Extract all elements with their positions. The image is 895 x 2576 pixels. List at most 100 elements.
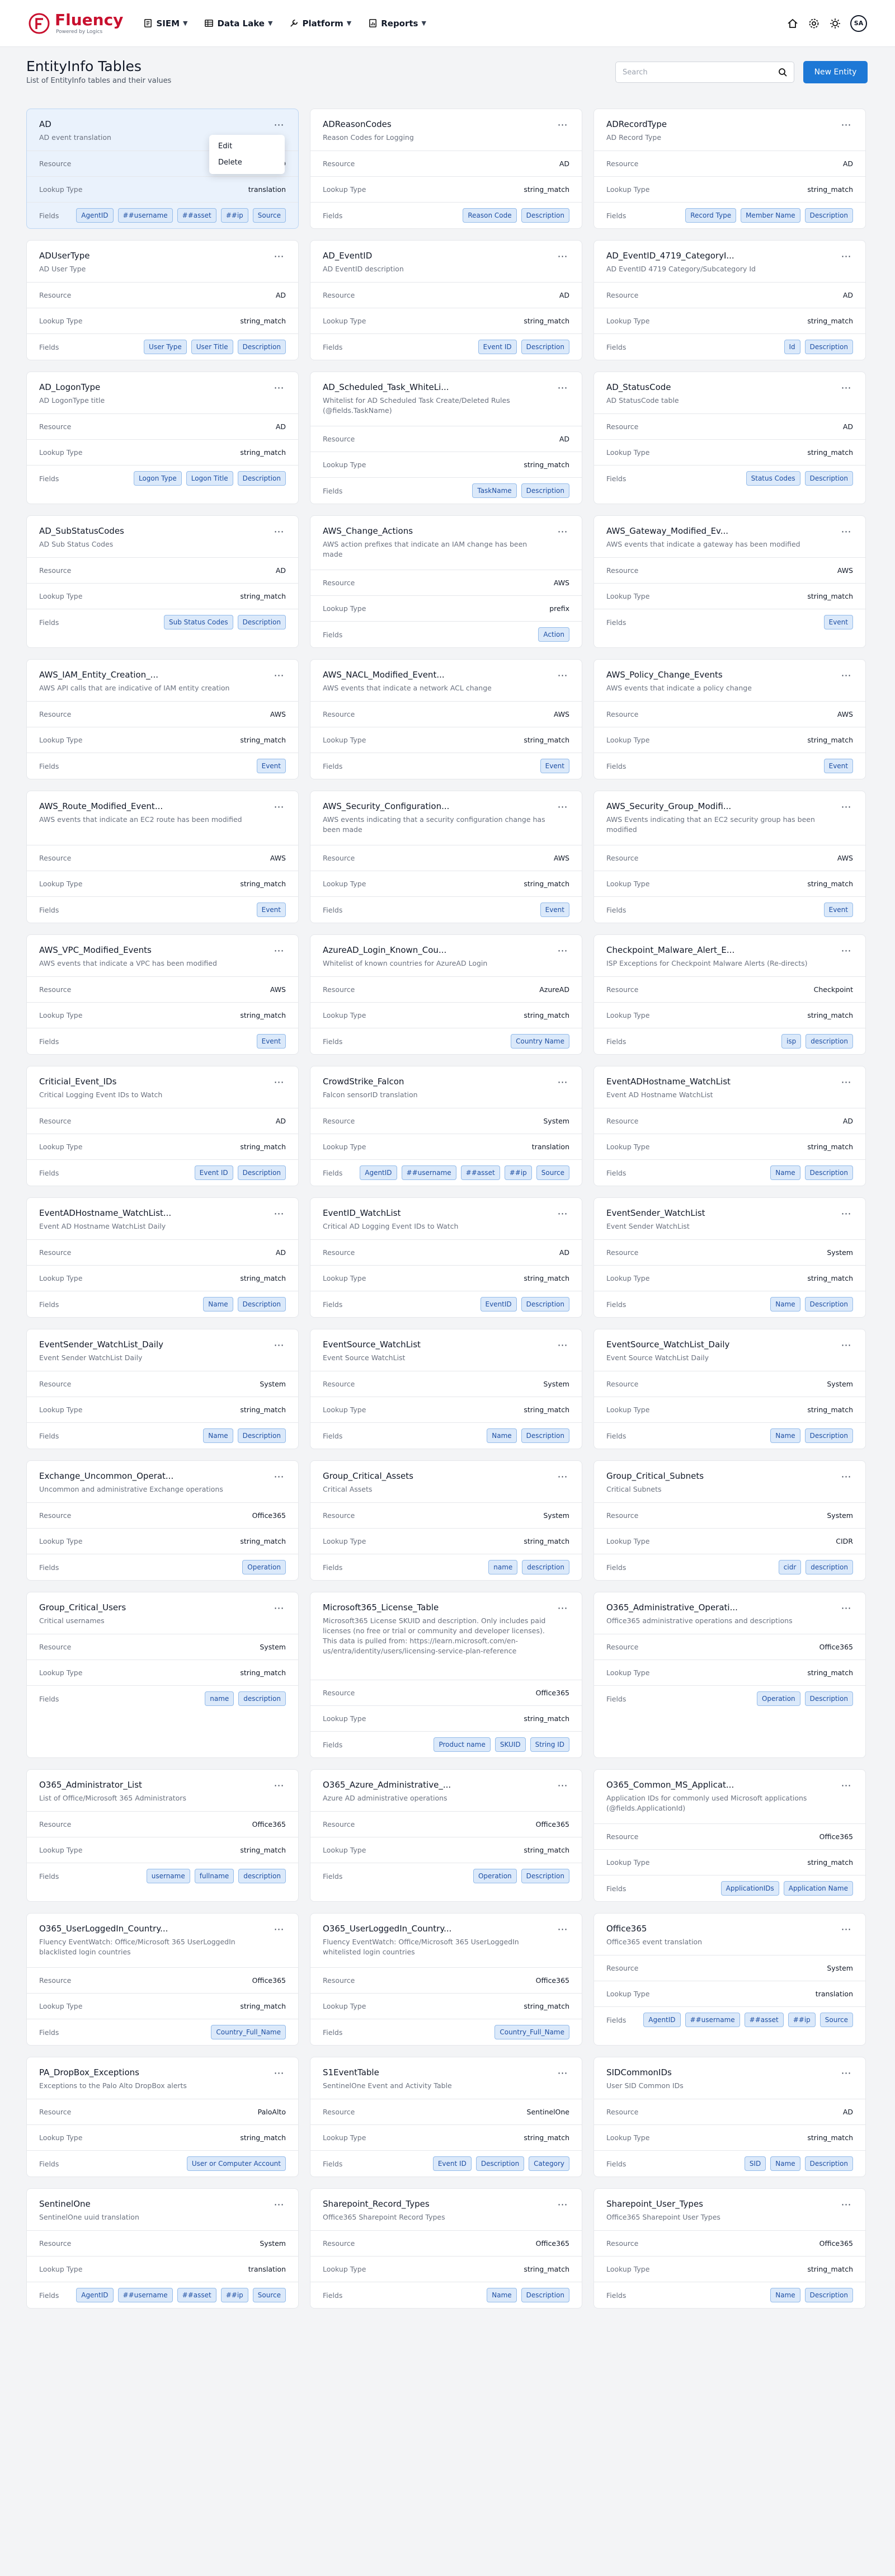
- entity-card[interactable]: AWS_Gateway_Modified_Ev... AWS events th…: [593, 515, 866, 648]
- entity-card[interactable]: AWS_NACL_Modified_Event... AWS events th…: [310, 659, 582, 779]
- search-input[interactable]: Search: [615, 62, 794, 83]
- more-options-icon[interactable]: ⋯: [272, 526, 286, 538]
- more-options-icon[interactable]: ⋯: [272, 1077, 286, 1088]
- more-options-icon[interactable]: ⋯: [840, 1339, 853, 1351]
- more-options-icon[interactable]: ⋯: [556, 1924, 569, 1935]
- nav-platform[interactable]: Platform ▼: [289, 18, 351, 29]
- more-options-icon[interactable]: ⋯: [556, 801, 569, 813]
- more-options-icon[interactable]: ⋯: [840, 1208, 853, 1220]
- entity-card[interactable]: Checkpoint_Malware_Alert_E... ISP Except…: [593, 934, 866, 1055]
- entity-card[interactable]: AzureAD_Login_Known_Cou... Whitelist of …: [310, 934, 582, 1055]
- more-options-icon[interactable]: ⋯: [840, 382, 853, 394]
- more-options-icon[interactable]: ⋯: [272, 801, 286, 813]
- entity-card[interactable]: Criticial_Event_IDs Critical Logging Eve…: [26, 1066, 299, 1186]
- user-avatar[interactable]: SA: [850, 15, 867, 32]
- more-options-icon[interactable]: ⋯: [556, 119, 569, 131]
- entity-card[interactable]: AWS_IAM_Entity_Creation_... AWS API call…: [26, 659, 299, 779]
- more-options-icon[interactable]: ⋯: [840, 2199, 853, 2211]
- more-options-icon[interactable]: ⋯: [840, 119, 853, 131]
- more-options-icon[interactable]: ⋯: [556, 1077, 569, 1088]
- entity-card[interactable]: O365_Administrative_Operati... Office365…: [593, 1592, 866, 1758]
- entity-card[interactable]: AD AD event translation ⋯ Resource AD Lo…: [26, 109, 299, 229]
- more-options-icon[interactable]: ⋯: [272, 119, 286, 131]
- more-options-icon[interactable]: ⋯: [556, 1602, 569, 1614]
- entity-card[interactable]: AWS_VPC_Modified_Events AWS events that …: [26, 934, 299, 1055]
- nav-reports[interactable]: Reports ▼: [368, 18, 426, 29]
- more-options-icon[interactable]: ⋯: [840, 1602, 853, 1614]
- entity-card[interactable]: S1EventTable SentinelOne Event and Activ…: [310, 2057, 582, 2177]
- entity-card[interactable]: O365_Common_MS_Applicat... Application I…: [593, 1769, 866, 1902]
- entity-card[interactable]: Office365 Office365 event translation ⋯ …: [593, 1913, 866, 2046]
- more-options-icon[interactable]: ⋯: [840, 1924, 853, 1935]
- entity-card[interactable]: EventSource_WatchList_Daily Event Source…: [593, 1329, 866, 1449]
- entity-card[interactable]: ADRecordType AD Record Type ⋯ Resource A…: [593, 109, 866, 229]
- entity-card[interactable]: O365_UserLoggedIn_Country... Fluency Eve…: [26, 1913, 299, 2046]
- gear-icon[interactable]: [808, 17, 820, 30]
- entity-card[interactable]: SIDCommonIDs User SID Common IDs ⋯ Resou…: [593, 2057, 866, 2177]
- more-options-icon[interactable]: ⋯: [272, 670, 286, 681]
- entity-card[interactable]: O365_UserLoggedIn_Country... Fluency Eve…: [310, 1913, 582, 2046]
- entity-card[interactable]: EventID_WatchList Critical AD Logging Ev…: [310, 1197, 582, 1318]
- more-options-icon[interactable]: ⋯: [272, 382, 286, 394]
- more-options-icon[interactable]: ⋯: [556, 1208, 569, 1220]
- nav-data-lake[interactable]: Data Lake ▼: [204, 18, 272, 29]
- more-options-icon[interactable]: ⋯: [840, 526, 853, 538]
- entity-card[interactable]: AWS_Route_Modified_Event... AWS events t…: [26, 791, 299, 923]
- more-options-icon[interactable]: ⋯: [840, 1471, 853, 1483]
- home-icon[interactable]: [786, 17, 799, 30]
- entity-card[interactable]: EventSender_WatchList Event Sender Watch…: [593, 1197, 866, 1318]
- entity-card[interactable]: AD_EventID AD EventID description ⋯ Reso…: [310, 240, 582, 360]
- more-options-icon[interactable]: ⋯: [840, 945, 853, 957]
- delete-menu-item[interactable]: Delete: [209, 154, 285, 171]
- entity-card[interactable]: AD_SubStatusCodes AD Sub Status Codes ⋯ …: [26, 515, 299, 648]
- more-options-icon[interactable]: ⋯: [556, 670, 569, 681]
- entity-card[interactable]: Group_Critical_Assets Critical Assets ⋯ …: [310, 1460, 582, 1581]
- entity-card[interactable]: O365_Azure_Administrative_... Azure AD a…: [310, 1769, 582, 1902]
- more-options-icon[interactable]: ⋯: [556, 382, 569, 394]
- entity-card[interactable]: AWS_Security_Configuration... AWS events…: [310, 791, 582, 923]
- entity-card[interactable]: AD_StatusCode AD StatusCode table ⋯ Reso…: [593, 372, 866, 504]
- more-options-icon[interactable]: ⋯: [840, 2067, 853, 2079]
- entity-card[interactable]: Group_Critical_Subnets Critical Subnets …: [593, 1460, 866, 1581]
- entity-card[interactable]: Exchange_Uncommon_Operat... Uncommon and…: [26, 1460, 299, 1581]
- entity-card[interactable]: PA_DropBox_Exceptions Exceptions to the …: [26, 2057, 299, 2177]
- entity-card[interactable]: ADUserType AD User Type ⋯ Resource AD Lo…: [26, 240, 299, 360]
- entity-card[interactable]: Group_Critical_Users Critical usernames …: [26, 1592, 299, 1758]
- more-options-icon[interactable]: ⋯: [272, 1471, 286, 1483]
- entity-card[interactable]: SentinelOne SentinelOne uuid translation…: [26, 2188, 299, 2309]
- sun-icon[interactable]: [829, 17, 841, 30]
- more-options-icon[interactable]: ⋯: [556, 526, 569, 538]
- more-options-icon[interactable]: ⋯: [556, 1339, 569, 1351]
- nav-siem[interactable]: SIEM ▼: [143, 18, 187, 29]
- more-options-icon[interactable]: ⋯: [272, 945, 286, 957]
- more-options-icon[interactable]: ⋯: [272, 1208, 286, 1220]
- entity-card[interactable]: CrowdStrike_Falcon Falcon sensorID trans…: [310, 1066, 582, 1186]
- brand-logo[interactable]: Fluency Powered by Logics: [28, 12, 123, 35]
- more-options-icon[interactable]: ⋯: [272, 1602, 286, 1614]
- entity-card[interactable]: AWS_Change_Actions AWS action prefixes t…: [310, 515, 582, 648]
- entity-card[interactable]: EventADHostname_WatchList Event AD Hostn…: [593, 1066, 866, 1186]
- entity-card[interactable]: Microsoft365_License_Table Microsoft365 …: [310, 1592, 582, 1758]
- entity-card[interactable]: Sharepoint_Record_Types Office365 Sharep…: [310, 2188, 582, 2309]
- entity-card[interactable]: AWS_Policy_Change_Events AWS events that…: [593, 659, 866, 779]
- more-options-icon[interactable]: ⋯: [556, 1471, 569, 1483]
- entity-card[interactable]: AD_LogonType AD LogonType title ⋯ Resour…: [26, 372, 299, 504]
- more-options-icon[interactable]: ⋯: [840, 251, 853, 262]
- more-options-icon[interactable]: ⋯: [272, 1780, 286, 1792]
- entity-card[interactable]: EventSource_WatchList Event Source Watch…: [310, 1329, 582, 1449]
- more-options-icon[interactable]: ⋯: [840, 1077, 853, 1088]
- more-options-icon[interactable]: ⋯: [272, 251, 286, 262]
- new-entity-button[interactable]: New Entity: [803, 61, 868, 83]
- entity-card[interactable]: O365_Administrator_List List of Office/M…: [26, 1769, 299, 1902]
- more-options-icon[interactable]: ⋯: [556, 2199, 569, 2211]
- more-options-icon[interactable]: ⋯: [272, 2067, 286, 2079]
- entity-card[interactable]: Sharepoint_User_Types Office365 Sharepoi…: [593, 2188, 866, 2309]
- more-options-icon[interactable]: ⋯: [272, 2199, 286, 2211]
- entity-card[interactable]: AWS_Security_Group_Modifi... AWS Events …: [593, 791, 866, 923]
- entity-card[interactable]: EventSender_WatchList_Daily Event Sender…: [26, 1329, 299, 1449]
- entity-card[interactable]: ADReasonCodes Reason Codes for Logging ⋯…: [310, 109, 582, 229]
- more-options-icon[interactable]: ⋯: [556, 1780, 569, 1792]
- entity-card[interactable]: AD_EventID_4719_CategoryI... AD EventID …: [593, 240, 866, 360]
- more-options-icon[interactable]: ⋯: [556, 945, 569, 957]
- more-options-icon[interactable]: ⋯: [840, 670, 853, 681]
